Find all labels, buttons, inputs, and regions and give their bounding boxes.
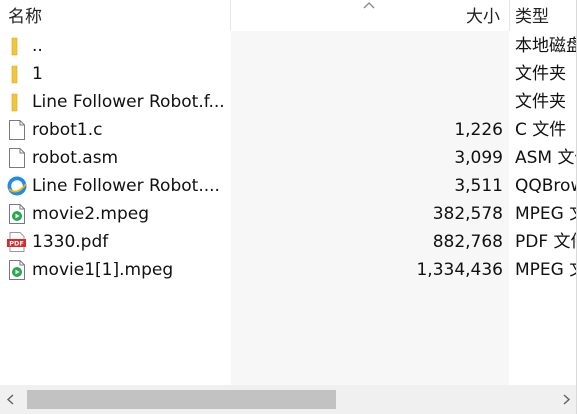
file-size: 3,099 <box>454 148 503 168</box>
chevron-up-icon <box>363 2 375 9</box>
file-row[interactable]: 1 文件夹 <box>0 60 577 88</box>
document-icon <box>6 147 28 169</box>
file-type: 本地磁盘 <box>515 36 577 56</box>
video-file-icon <box>6 203 28 225</box>
chevron-left-icon[interactable] <box>0 385 22 414</box>
horizontal-scrollbar[interactable] <box>0 385 577 414</box>
file-name: 1330.pdf <box>32 232 109 252</box>
folder-icon <box>6 63 28 85</box>
chevron-right-icon[interactable] <box>555 385 577 414</box>
qqbrowser-icon <box>6 175 28 197</box>
svg-text:PDF: PDF <box>9 240 24 248</box>
file-type: MPEG 文件 <box>515 204 577 224</box>
file-row[interactable]: .. 本地磁盘 <box>0 32 577 60</box>
document-icon <box>6 119 28 141</box>
file-name: .. <box>32 36 43 56</box>
file-name: robot.asm <box>32 148 119 168</box>
file-row[interactable]: robot1.c 1,226 C 文件 <box>0 116 577 144</box>
file-row[interactable]: movie1[1].mpeg 1,334,436 MPEG 文件 <box>0 256 577 284</box>
pdf-icon: PDF <box>6 231 28 253</box>
file-type: 文件夹 <box>515 92 566 112</box>
file-size: 1,334,436 <box>416 260 503 280</box>
scrollbar-thumb[interactable] <box>27 390 336 409</box>
file-list-window: 名称 大小 类型 .. 本地磁盘 1 文件夹 Line Follower Robot.f… <box>0 0 577 414</box>
folder-icon <box>6 91 28 113</box>
file-type: QQBrowser <box>515 176 577 196</box>
file-size <box>232 60 503 88</box>
folder-icon <box>6 35 28 57</box>
file-row[interactable]: Line Follower Robot.... 3,511 QQBrowser <box>0 172 577 200</box>
file-size <box>232 88 503 116</box>
file-size: 1,226 <box>454 120 503 140</box>
file-type: ASM 文件 <box>515 148 577 168</box>
file-row[interactable]: PDF 1330.pdf 882,768 PDF 文件 <box>0 228 577 256</box>
file-size: 882,768 <box>432 232 503 252</box>
file-name: 1 <box>32 64 43 84</box>
file-name: movie2.mpeg <box>32 204 150 224</box>
file-row[interactable]: movie2.mpeg 382,578 MPEG 文件 <box>0 200 577 228</box>
file-type: PDF 文件 <box>515 232 577 252</box>
file-row[interactable]: robot.asm 3,099 ASM 文件 <box>0 144 577 172</box>
file-row[interactable]: Line Follower Robot.f... 文件夹 <box>0 88 577 116</box>
column-header-name[interactable]: 名称 <box>8 0 42 31</box>
file-size: 3,511 <box>454 176 503 196</box>
column-divider[interactable] <box>509 0 510 31</box>
file-type: 文件夹 <box>515 64 566 84</box>
video-file-icon <box>6 259 28 281</box>
column-divider[interactable] <box>230 0 231 31</box>
file-type: MPEG 文件 <box>515 260 577 280</box>
column-header: 名称 大小 类型 <box>0 0 577 31</box>
file-name: Line Follower Robot.... <box>32 176 220 196</box>
file-size <box>232 32 503 60</box>
file-name: robot1.c <box>32 120 103 140</box>
column-header-type[interactable]: 类型 <box>515 0 549 31</box>
file-type: C 文件 <box>515 120 567 140</box>
file-name: movie1[1].mpeg <box>32 260 174 280</box>
file-size: 382,578 <box>432 204 503 224</box>
column-header-size[interactable]: 大小 <box>466 0 500 31</box>
file-name: Line Follower Robot.f... <box>32 92 225 112</box>
